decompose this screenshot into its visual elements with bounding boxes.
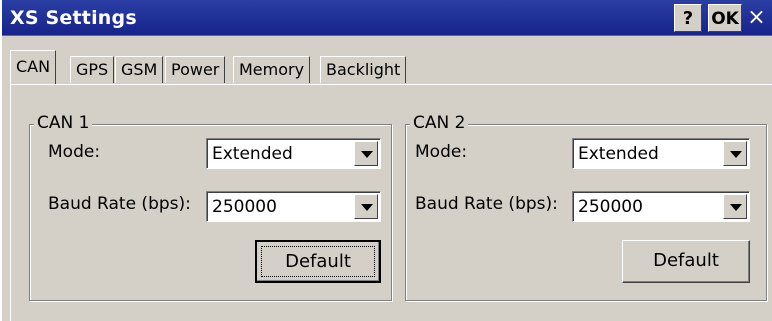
chevron-down-icon [730,151,742,158]
tab-panel-top-edge [10,84,772,85]
focus-ring [261,246,375,277]
can1-mode-value: Extended [212,144,293,164]
close-button[interactable]: × [743,4,770,32]
can2-baud-label: Baud Rate (bps): [415,194,558,214]
tab-panel-left-edge [10,84,11,321]
can2-mode-select[interactable]: Extended [572,138,750,169]
can1-baud-value: 250000 [212,197,277,217]
ok-button[interactable]: OK [708,4,742,32]
can2-mode-label: Mode: [415,142,468,162]
title-bar: XS Settings ? OK × [2,0,772,36]
can1-default-button[interactable]: Default [255,240,381,283]
tab-gps[interactable]: GPS [70,56,115,83]
can1-mode-select[interactable]: Extended [206,138,381,169]
tab-can[interactable]: CAN [10,50,57,84]
chevron-down-icon [361,204,373,211]
help-button[interactable]: ? [674,4,702,32]
can1-mode-label: Mode: [48,142,101,162]
tab-backlight[interactable]: Backlight [320,56,407,83]
can1-group: CAN 1 Mode: Extended Baud Rate (bps): 25… [29,113,392,301]
can2-mode-value: Extended [578,144,659,164]
xs-settings-window: XS Settings ? OK × GPS GSM Power Memory … [1,0,772,321]
can1-baud-label: Baud Rate (bps): [48,194,191,214]
can2-group: CAN 2 Mode: Extended Baud Rate (bps): 25… [405,113,767,301]
can2-group-label: CAN 2 [410,113,469,133]
window-title: XS Settings [10,7,137,29]
can2-baud-dropdown-button[interactable] [723,194,747,219]
can1-group-label: CAN 1 [34,113,93,133]
chevron-down-icon [730,204,742,211]
tab-gsm[interactable]: GSM [115,56,164,83]
can1-mode-dropdown-button[interactable] [354,141,378,166]
tab-memory[interactable]: Memory [233,56,311,83]
can2-default-button[interactable]: Default [622,240,750,283]
can2-baud-value: 250000 [578,197,643,217]
can1-baud-dropdown-button[interactable] [354,194,378,219]
tab-power[interactable]: Power [165,56,226,83]
chevron-down-icon [361,151,373,158]
can2-baud-select[interactable]: 250000 [572,191,750,222]
can1-baud-select[interactable]: 250000 [206,191,381,222]
can2-mode-dropdown-button[interactable] [723,141,747,166]
